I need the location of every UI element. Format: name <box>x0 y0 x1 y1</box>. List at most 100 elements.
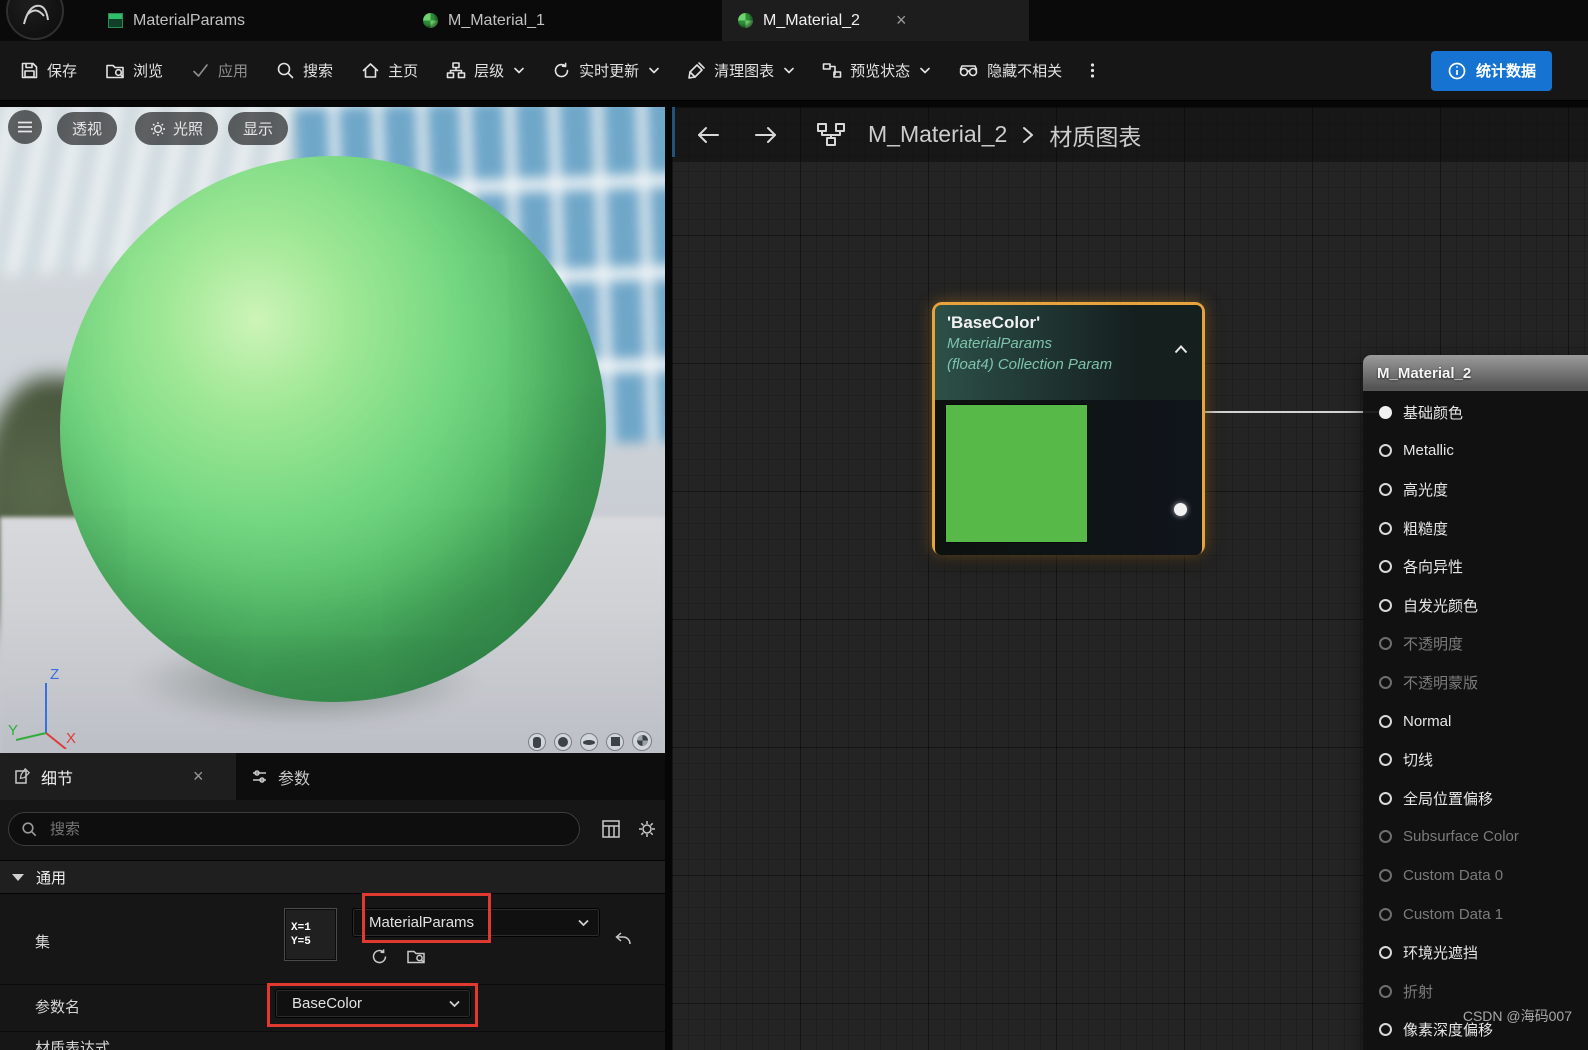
pin-icon <box>1379 868 1392 882</box>
tab-details[interactable]: 细节 × <box>0 753 236 800</box>
tab-label: M_Material_1 <box>448 11 545 29</box>
preview-shape-sphere-icon[interactable] <box>554 733 572 751</box>
panel-splitter[interactable] <box>665 107 672 1050</box>
home-button[interactable]: 主页 <box>361 60 418 81</box>
material-sphere-icon <box>423 13 438 28</box>
preview-mesh-custom-icon[interactable] <box>632 731 652 751</box>
pin-base-color[interactable]: 基础颜色 <box>1363 393 1588 432</box>
column-view-icon[interactable] <box>601 819 621 839</box>
stats-button[interactable]: 统计数据 <box>1430 50 1552 91</box>
pin-icon <box>1379 675 1392 689</box>
close-icon[interactable]: × <box>193 766 204 787</box>
details-tab-strip: 细节 × 参数 <box>0 753 665 800</box>
graph-hierarchy-icon <box>817 122 845 146</box>
use-selected-icon[interactable] <box>370 947 389 966</box>
pin-icon[interactable] <box>1379 482 1392 496</box>
pin-anisotropy[interactable]: 各向异性 <box>1363 547 1588 586</box>
material-graph-canvas[interactable]: M_Material_2 材质图表 'BaseColor' MaterialPa… <box>672 107 1588 1050</box>
preview-shape-plane-icon[interactable] <box>580 733 598 751</box>
tab-m-material-2[interactable]: M_Material_2 × <box>722 0 1029 41</box>
main-toolbar: 保存 浏览 应用 搜索 主页 层级 实时更新 清理图表 预览状态 隐藏不相关 统… <box>0 41 1588 101</box>
pin-emissive-color[interactable]: 自发光颜色 <box>1363 586 1588 625</box>
pin-icon[interactable] <box>1379 560 1392 574</box>
pin-icon[interactable] <box>1379 946 1392 960</box>
back-arrow-icon[interactable] <box>694 124 722 146</box>
parameter-name-row-label: 参数名 <box>35 999 81 1016</box>
pin-icon[interactable] <box>1379 521 1392 535</box>
collection-thumbnail[interactable]: X=1 Y=5 <box>284 908 337 961</box>
pin-metallic[interactable]: Metallic <box>1363 432 1588 471</box>
pin-icon <box>1379 637 1392 651</box>
connection-wire[interactable] <box>1178 411 1388 413</box>
pin-icon[interactable] <box>1379 1023 1392 1037</box>
preview-sphere <box>60 156 606 702</box>
close-icon[interactable]: × <box>896 10 907 31</box>
collapse-chevron-icon[interactable] <box>1174 345 1188 354</box>
pin-icon[interactable] <box>1379 444 1392 458</box>
forward-arrow-icon[interactable] <box>752 124 780 146</box>
axis-x-label: X <box>66 730 76 747</box>
hide-unrelated-button[interactable]: 隐藏不相关 <box>958 60 1062 81</box>
pin-subsurface-color: Subsurface Color <box>1363 818 1588 857</box>
pin-icon[interactable] <box>1379 753 1392 767</box>
pin-icon <box>1379 830 1392 844</box>
stats-icon <box>1448 62 1466 79</box>
clipped-row-label: 材质表达式 <box>35 1040 111 1050</box>
vertical-dots-icon <box>1091 63 1095 78</box>
pin-icon[interactable] <box>1379 598 1392 612</box>
apply-button[interactable]: 应用 <box>191 60 248 81</box>
tab-materialparams[interactable]: MaterialParams <box>92 0 261 41</box>
divider <box>0 984 665 985</box>
chevron-down-icon <box>920 67 930 74</box>
pin-specular[interactable]: 高光度 <box>1363 470 1588 509</box>
collection-param-node[interactable]: 'BaseColor' MaterialParams (float4) Coll… <box>932 302 1205 555</box>
pin-tangent[interactable]: 切线 <box>1363 740 1588 779</box>
preview-viewport[interactable]: 透视 光照 显示 Z X Y <box>0 107 665 753</box>
show-flags-button[interactable]: 显示 <box>228 112 289 145</box>
details-search[interactable] <box>8 812 580 846</box>
preview-shape-cylinder-icon[interactable] <box>528 733 546 751</box>
details-settings-gear-icon[interactable] <box>637 819 657 839</box>
parameter-name-dropdown[interactable]: BaseColor <box>275 989 471 1018</box>
reset-to-default-icon[interactable] <box>612 930 634 950</box>
chevron-down-icon <box>578 919 589 926</box>
material-sphere-icon <box>738 13 753 28</box>
material-result-node[interactable]: M_Material_2 基础颜色 Metallic 高光度 粗糙度 各向异性 … <box>1363 355 1588 1050</box>
hierarchy-button[interactable]: 层级 <box>446 60 524 81</box>
result-node-header: M_Material_2 <box>1363 355 1588 391</box>
pin-normal[interactable]: Normal <box>1363 702 1588 741</box>
preview-state-button[interactable]: 预览状态 <box>822 60 930 81</box>
app-logo-icon[interactable] <box>6 0 64 40</box>
pin-icon[interactable] <box>1379 405 1392 419</box>
browse-button[interactable]: 浏览 <box>105 60 163 81</box>
pin-icon[interactable] <box>1379 791 1392 805</box>
axis-y-label: Y <box>8 722 18 739</box>
pin-ambient-occlusion[interactable]: 环境光遮挡 <box>1363 933 1588 972</box>
preview-shape-cube-icon[interactable] <box>606 733 624 751</box>
breadcrumb-root[interactable]: M_Material_2 <box>868 121 1007 148</box>
pin-opacity: 不透明度 <box>1363 625 1588 664</box>
live-update-button[interactable]: 实时更新 <box>552 60 659 81</box>
clean-graph-button[interactable]: 清理图表 <box>687 60 794 81</box>
pin-roughness[interactable]: 粗糙度 <box>1363 509 1588 548</box>
tab-parameters[interactable]: 参数 <box>237 753 324 800</box>
breadcrumb-current[interactable]: 材质图表 <box>1049 118 1141 152</box>
tab-m-material-1[interactable]: M_Material_1 <box>407 0 561 41</box>
browse-to-asset-icon[interactable] <box>406 947 427 966</box>
search-input[interactable] <box>48 819 567 839</box>
chevron-down-icon <box>514 67 524 74</box>
sun-icon <box>151 121 165 136</box>
pin-world-position-offset[interactable]: 全局位置偏移 <box>1363 779 1588 818</box>
perspective-button[interactable]: 透视 <box>57 112 118 145</box>
section-general[interactable]: 通用 <box>0 860 665 894</box>
chevron-down-icon <box>784 67 794 74</box>
chevron-down-icon <box>649 67 659 74</box>
toolbar-overflow-button[interactable] <box>1090 61 1095 80</box>
lit-mode-button[interactable]: 光照 <box>135 112 219 145</box>
viewport-menu-button[interactable] <box>8 110 42 144</box>
pin-icon[interactable] <box>1379 714 1392 728</box>
collection-dropdown[interactable]: MaterialParams <box>352 908 600 937</box>
search-button[interactable]: 搜索 <box>276 60 333 81</box>
save-button[interactable]: 保存 <box>20 60 77 81</box>
output-pin[interactable] <box>1174 503 1187 516</box>
